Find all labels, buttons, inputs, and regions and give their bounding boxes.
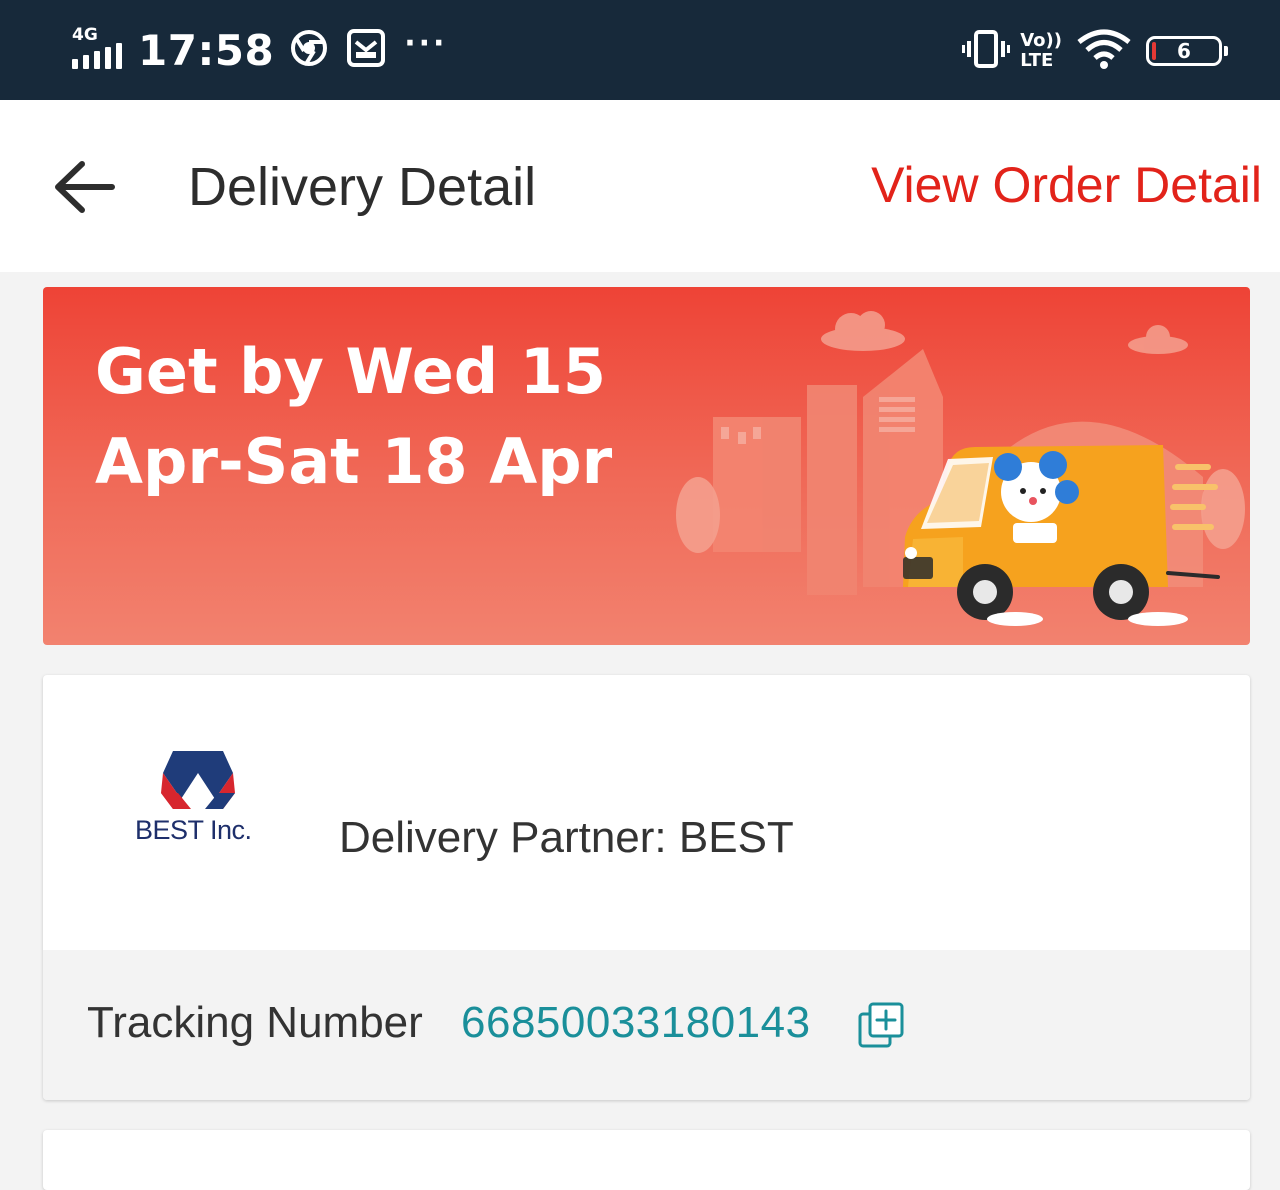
battery-level: 6 [1177, 39, 1191, 63]
delivery-eta-banner: Get by Wed 15 Apr-Sat 18 Apr [43, 287, 1250, 645]
back-button[interactable] [50, 152, 120, 222]
eta-line-1: Get by Wed 15 [95, 335, 607, 408]
chrome-icon [290, 29, 328, 71]
copy-icon [858, 1002, 904, 1048]
copy-button[interactable] [857, 1001, 905, 1049]
cellular-signal-icon: 4G [72, 27, 126, 73]
tracking-number-row: Tracking Number 66850033180143 [43, 950, 1250, 1100]
app-bar: Delivery Detail View Order Detail [0, 100, 1280, 272]
more-notifications-icon: ··· [404, 25, 448, 61]
delivery-partner-card: BEST Inc. Delivery Partner: BEST Trackin… [43, 675, 1250, 1100]
delivery-eta: Get by Wed 15 Apr-Sat 18 Apr [95, 327, 655, 507]
network-type: 4G [72, 25, 98, 45]
tracking-number-label: Tracking Number [87, 998, 423, 1047]
volte-top: Vo)) [1020, 30, 1062, 51]
status-bar: 4G 17:58 ··· Vo)) LTE 6 [0, 0, 1280, 100]
page-title: Delivery Detail [188, 157, 537, 217]
volte-indicator: Vo)) LTE [1020, 31, 1062, 71]
arrow-left-icon [55, 161, 115, 213]
status-bar-right: Vo)) LTE 6 [962, 26, 1228, 76]
delivery-partner-label: Delivery Partner: BEST [339, 813, 794, 862]
mail-app-icon [346, 28, 386, 72]
volte-bottom: LTE [1020, 50, 1054, 71]
logo-text: BEST Inc. [135, 815, 252, 845]
tracking-number-value[interactable]: 66850033180143 [461, 998, 811, 1048]
next-card [43, 1130, 1250, 1190]
eta-line-2: Apr-Sat 18 Apr [95, 425, 613, 498]
clock: 17:58 [138, 25, 275, 75]
battery-icon: 6 [1146, 36, 1228, 66]
status-bar-left: 4G 17:58 ··· [72, 22, 447, 78]
view-order-detail-link[interactable]: View Order Detail [871, 156, 1262, 214]
vibrate-icon [962, 29, 1011, 73]
delivery-van-illustration [676, 311, 1245, 626]
wifi-icon [1076, 28, 1132, 74]
